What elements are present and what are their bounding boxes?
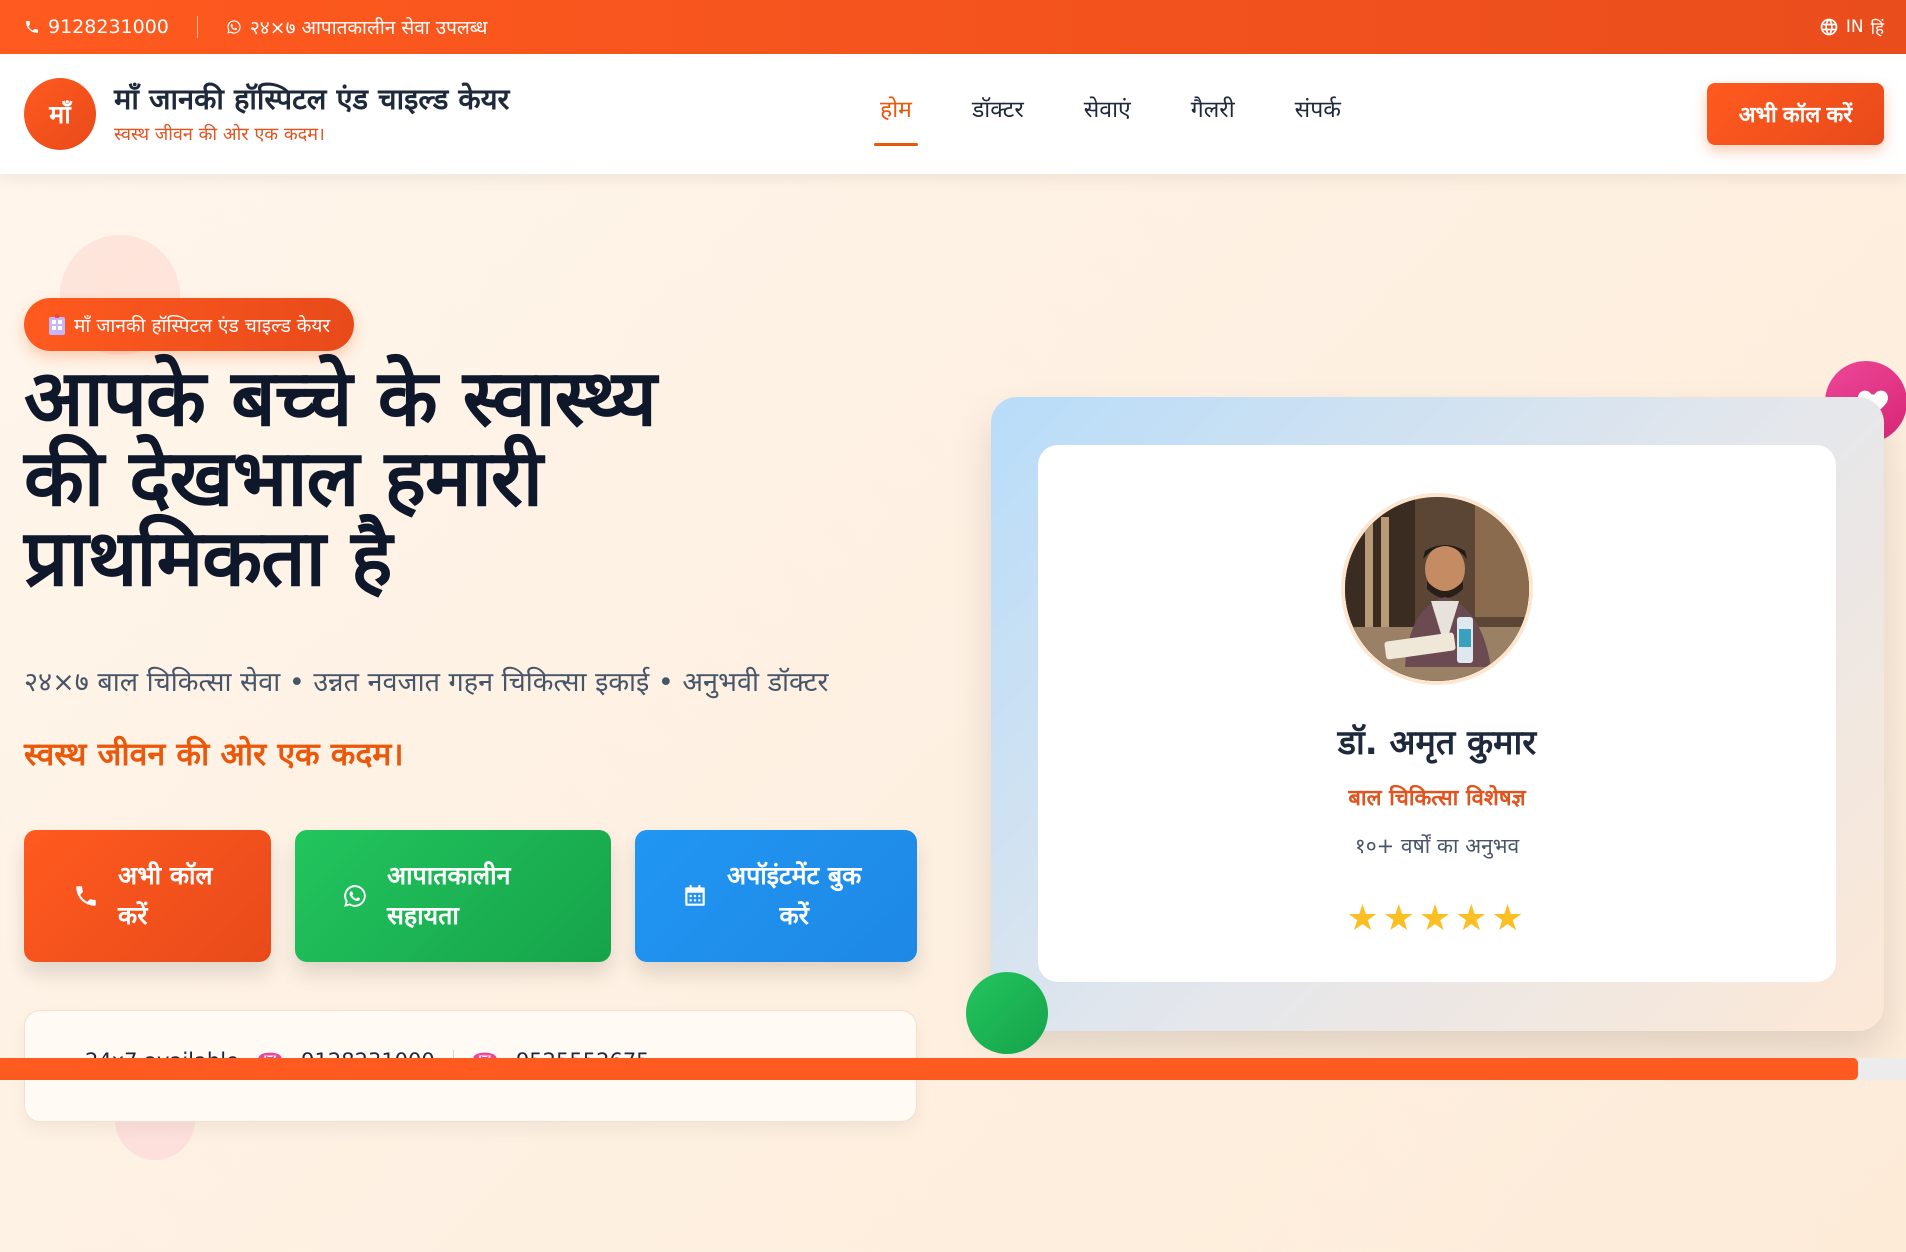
main-nav: होम डॉक्टर सेवाएं गैलरी संपर्क — [874, 92, 1401, 146]
scroll-progress-track — [0, 1058, 1906, 1080]
decor-green-bubble — [966, 972, 1048, 1054]
nav-services[interactable]: सेवाएं — [1084, 92, 1131, 146]
hero-title-line: प्राथमिकता है — [24, 514, 392, 604]
cta-label: करें — [779, 901, 809, 930]
hospital-icon — [48, 313, 66, 336]
top-bar: 9128231000 २४×७ आपातकालीन सेवा उपलब्ध IN… — [0, 0, 1906, 54]
lang-code: IN — [1845, 17, 1864, 37]
phone-icon — [26, 21, 38, 33]
topbar-emergency: २४×७ आपातकालीन सेवा उपलब्ध — [226, 14, 488, 40]
nav-gallery[interactable]: गैलरी — [1191, 92, 1235, 146]
hero-badge-text: माँ जानकी हॉस्पिटल एंड चाइल्ड केयर — [74, 314, 331, 337]
emergency-whatsapp-button[interactable]: आपातकालीन सहायता — [295, 830, 611, 962]
hero-slogan: स्वस्थ जीवन की ओर एक कदम। — [24, 735, 404, 773]
brand-name[interactable]: माँ जानकी हॉस्पिटल एंड चाइल्ड केयर — [114, 79, 509, 118]
phone-icon — [76, 886, 96, 906]
doctor-name: डॉ. अमृत कुमार — [1337, 723, 1537, 763]
globe-icon — [1820, 18, 1838, 36]
book-appointment-button[interactable]: अपॉइंटमेंट बुक करें — [635, 830, 917, 962]
whatsapp-icon — [227, 20, 241, 34]
whatsapp-icon — [344, 885, 366, 907]
doctor-avatar — [1341, 493, 1533, 685]
nav-home[interactable]: होम — [874, 92, 918, 146]
cta-label: अपॉइंटमेंट बुक — [727, 861, 862, 890]
cta-label: आपातकालीन — [387, 861, 511, 890]
cta-label: अभी कॉल — [118, 861, 213, 890]
doctor-experience: १०+ वर्षों का अनुभव — [1354, 834, 1520, 858]
header-call-button[interactable]: अभी कॉल करें — [1707, 83, 1884, 145]
hero-subtitle: २४×७ बाल चिकित्सा सेवा • उन्नत नवजात गहन… — [24, 667, 829, 698]
call-now-button[interactable]: अभी कॉल करें — [24, 830, 271, 962]
topbar-phone-text: 9128231000 — [48, 16, 169, 38]
doctor-rating-stars: ★★★★★ — [1346, 898, 1528, 939]
language-switcher[interactable]: IN हिं — [1819, 0, 1884, 54]
brand-tagline: स्वस्थ जीवन की ओर एक कदम। — [114, 124, 325, 145]
nav-contact[interactable]: संपर्क — [1295, 92, 1341, 146]
calendar-icon — [685, 885, 705, 906]
topbar-emergency-text: २४×७ आपातकालीन सेवा उपलब्ध — [249, 17, 488, 39]
lang-label: हिं — [1870, 18, 1884, 39]
topbar-phone[interactable]: 9128231000 — [24, 16, 169, 38]
hero-badge: माँ जानकी हॉस्पिटल एंड चाइल्ड केयर — [24, 298, 355, 351]
doctor-specialty: बाल चिकित्सा विशेषज्ञ — [1348, 786, 1526, 811]
scroll-progress-fill — [0, 1058, 1859, 1080]
cta-label: करें — [118, 901, 148, 930]
topbar-divider — [196, 16, 198, 38]
cta-label: सहायता — [387, 901, 459, 930]
logo[interactable]: माँ — [24, 78, 96, 150]
hero-title-line: आपके बच्चे के स्वास्थ्य — [24, 354, 657, 444]
nav-doctors[interactable]: डॉक्टर — [972, 92, 1024, 146]
site-header: माँ माँ जानकी हॉस्पिटल एंड चाइल्ड केयर स… — [0, 54, 1906, 174]
hero-title-line: की देखभाल हमारी — [24, 434, 543, 524]
hero-title: आपके बच्चे के स्वास्थ्य की देखभाल हमारी … — [24, 360, 904, 600]
